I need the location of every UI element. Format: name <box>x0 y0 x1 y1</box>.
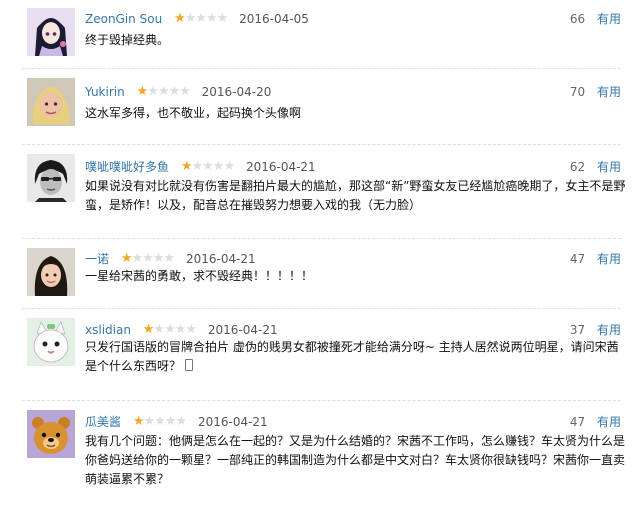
comment-header: 瓜美酱 ★★★★★ 2016-04-21 <box>85 413 268 431</box>
rating-stars: ★★★★★ <box>174 10 229 28</box>
comment-date: 2016-04-21 <box>197 415 268 429</box>
useful-button[interactable]: 有用 <box>597 12 621 26</box>
comment-header: 一诺 ★★★★★ 2016-04-21 <box>85 250 256 268</box>
star-empty-icon: ★★★★ <box>131 251 176 266</box>
girl-avatar-icon <box>27 248 75 296</box>
bear-avatar-icon <box>27 410 75 458</box>
bw-face-avatar-icon <box>27 154 75 202</box>
username-link[interactable]: 一诺 <box>85 252 109 266</box>
comment-item: ZeonGin Sou ★★★★★ 2016-04-05 66 有用 终于毁掉经… <box>0 0 643 70</box>
vote-area: 47 有用 <box>570 413 621 431</box>
star-filled-icon: ★ <box>142 322 155 337</box>
comment-list: ZeonGin Sou ★★★★★ 2016-04-05 66 有用 终于毁掉经… <box>0 0 643 512</box>
username-link[interactable]: ZeonGin Sou <box>85 12 162 26</box>
star-filled-icon: ★ <box>180 159 193 174</box>
divider <box>22 144 621 145</box>
star-filled-icon: ★ <box>120 251 133 266</box>
vote-area: 66 有用 <box>570 10 621 28</box>
vote-area: 62 有用 <box>570 158 621 176</box>
comment-item: 噗呲噗呲好多鱼 ★★★★★ 2016-04-21 62 有用 如果说没有对比就没… <box>0 146 643 242</box>
star-empty-icon: ★★★★ <box>191 159 236 174</box>
vote-count: 62 <box>569 160 586 174</box>
comment-text: 终于毁掉经典。 <box>85 33 170 47</box>
comment-header: ZeonGin Sou ★★★★★ 2016-04-05 <box>85 10 309 28</box>
useful-button[interactable]: 有用 <box>597 415 621 429</box>
comment-text: 如果说没有对比就没有伤害是翻拍片最大的尴尬，那这部“新”野蛮女友已经尴尬癌晚期了… <box>85 179 626 212</box>
comment-header: 噗呲噗呲好多鱼 ★★★★★ 2016-04-21 <box>85 158 316 176</box>
vote-area: 47 有用 <box>570 250 621 268</box>
comment-text: 只发行国语版的冒牌合拍片 虚伪的贱男女都被撞死才能给满分呀~ 主持人居然说两位明… <box>85 340 619 373</box>
blonde-woman-avatar-icon <box>27 78 75 126</box>
comment-item: xslidian ★★★★★ 2016-04-21 37 有用 只发行国语版的冒… <box>0 310 643 406</box>
divider <box>22 68 621 69</box>
comment-item: 瓜美酱 ★★★★★ 2016-04-21 47 有用 我有几个问题：他俩是怎么在… <box>0 402 643 512</box>
avatar[interactable] <box>27 318 75 366</box>
username-link[interactable]: 瓜美酱 <box>85 415 121 429</box>
divider <box>22 308 621 309</box>
comment-item: 一诺 ★★★★★ 2016-04-21 47 有用 一星给宋茜的勇敢，求不毁经典… <box>0 240 643 310</box>
avatar[interactable] <box>27 248 75 296</box>
comment-date: 2016-04-20 <box>201 85 272 99</box>
rating-stars: ★★★★★ <box>132 413 188 431</box>
avatar[interactable] <box>27 154 75 202</box>
vote-count: 47 <box>569 252 586 266</box>
rating-stars: ★★★★★ <box>180 158 236 176</box>
mobile-phone-icon <box>185 359 194 371</box>
star-filled-icon: ★ <box>136 84 149 99</box>
username-link[interactable]: xslidian <box>85 323 131 337</box>
comment-date: 2016-04-21 <box>245 160 316 174</box>
avatar[interactable] <box>27 78 75 126</box>
rating-stars: ★★★★★ <box>136 83 191 101</box>
useful-button[interactable]: 有用 <box>597 160 621 174</box>
comment-text-block: 只发行国语版的冒牌合拍片 虚伪的贱男女都被撞死才能给满分呀~ 主持人居然说两位明… <box>85 338 630 376</box>
username-link[interactable]: Yukirin <box>85 85 125 99</box>
avatar[interactable] <box>27 8 75 56</box>
comment-date: 2016-04-21 <box>207 323 278 337</box>
vote-area: 37 有用 <box>570 321 621 339</box>
useful-button[interactable]: 有用 <box>597 85 621 99</box>
useful-button[interactable]: 有用 <box>597 323 621 337</box>
vote-count: 37 <box>569 323 586 337</box>
star-filled-icon: ★ <box>174 11 186 26</box>
star-empty-icon: ★★★★ <box>143 414 188 429</box>
comment-date: 2016-04-21 <box>185 252 256 266</box>
comment-header: xslidian ★★★★★ 2016-04-21 <box>85 321 278 339</box>
useful-button[interactable]: 有用 <box>597 252 621 266</box>
username-link[interactable]: 噗呲噗呲好多鱼 <box>85 160 169 174</box>
vote-area: 70 有用 <box>570 83 621 101</box>
divider <box>22 238 621 239</box>
white-creature-avatar-icon <box>27 318 75 366</box>
comment-text: 这水军多得，也不敬业，起码换个头像啊 <box>85 106 302 120</box>
comment-header: Yukirin ★★★★★ 2016-04-20 <box>85 83 271 101</box>
comment-text: 我有几个问题：他俩是怎么在一起的？又是为什么结婚的？宋茜不工作吗，怎么赚钱？车太… <box>85 434 626 486</box>
star-empty-icon: ★★★★ <box>184 11 229 26</box>
star-filled-icon: ★ <box>132 414 145 429</box>
comment-item: Yukirin ★★★★★ 2016-04-20 70 有用 这水军多得，也不敬… <box>0 70 643 146</box>
star-empty-icon: ★★★★ <box>147 84 191 99</box>
divider <box>22 400 621 401</box>
vote-count: 47 <box>569 415 586 429</box>
vote-count: 70 <box>569 85 586 99</box>
rating-stars: ★★★★★ <box>120 250 176 268</box>
anime-girl-avatar-icon <box>27 8 75 56</box>
rating-stars: ★★★★★ <box>142 321 197 339</box>
comment-date: 2016-04-05 <box>239 12 309 26</box>
comment-text: 一星给宋茜的勇敢，求不毁经典！！！！！ <box>85 269 314 283</box>
vote-count: 66 <box>569 12 586 26</box>
star-empty-icon: ★★★★ <box>153 322 197 337</box>
avatar[interactable] <box>27 410 75 458</box>
